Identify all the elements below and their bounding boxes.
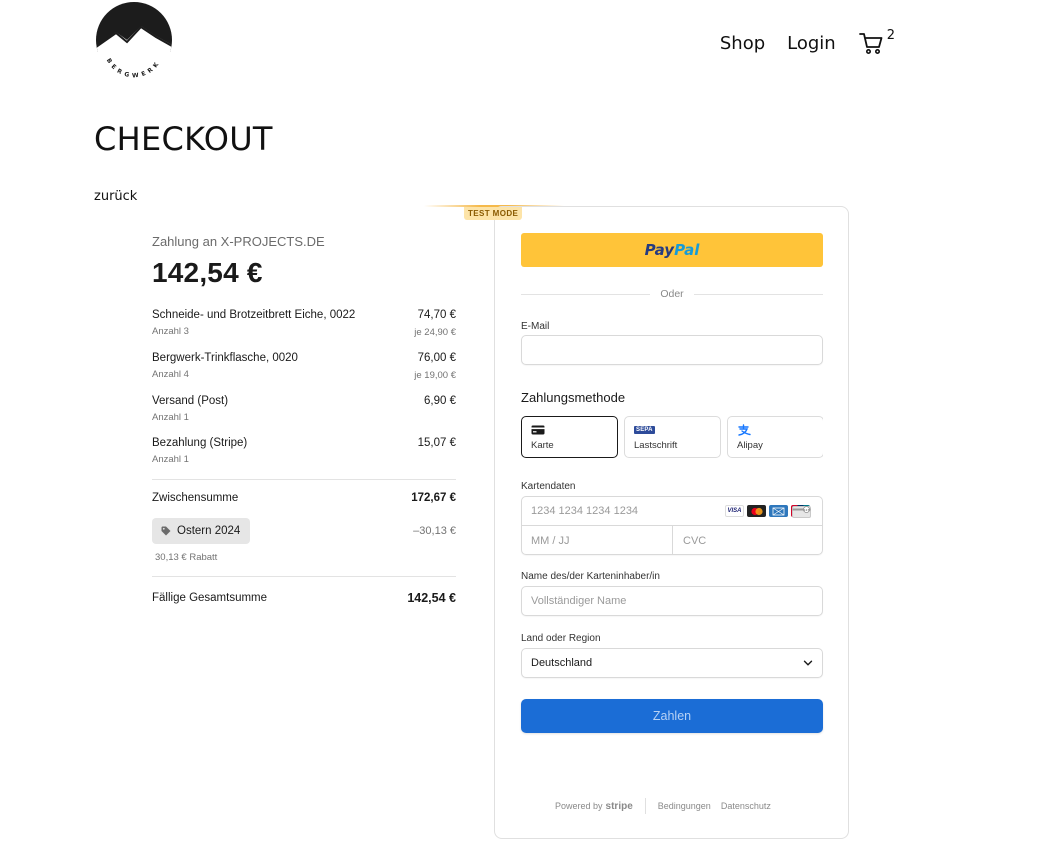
subtotal-value: 172,67 € (411, 492, 456, 504)
coupon-code: Ostern 2024 (177, 525, 241, 537)
line-item: Schneide- und Brotzeitbrett Eiche, 0022 … (152, 309, 456, 338)
pay-button[interactable]: Zahlen (521, 699, 823, 733)
bergwerk-logo[interactable]: BERGWERK (94, 2, 174, 82)
svg-text:123: 123 (804, 508, 810, 512)
country-value: Deutschland (531, 657, 593, 669)
method-card-label: Karte (531, 440, 554, 451)
or-divider: Oder (521, 288, 823, 300)
subtotal-row: Zwischensumme 172,67 € (152, 492, 456, 504)
mountain-logo-icon: BERGWERK (96, 2, 172, 80)
paypal-logo-pay: Pay (644, 241, 675, 259)
total-value: 142,54 € (407, 591, 456, 605)
alipay-icon (738, 423, 751, 436)
test-mode-badge: TEST MODE (464, 207, 523, 220)
method-card-tab[interactable]: Karte (521, 416, 618, 458)
divider (152, 479, 456, 480)
item-price: 76,00 € (417, 352, 456, 364)
email-label: E-Mail (521, 321, 550, 332)
total-row: Fällige Gesamtsumme 142,54 € (152, 591, 456, 605)
item-quantity: Anzahl 3 (152, 326, 189, 337)
terms-link[interactable]: Bedingungen (658, 801, 711, 811)
country-select[interactable]: Deutschland (521, 648, 823, 678)
paypal-logo-pal: Pal (674, 241, 700, 259)
item-price: 6,90 € (424, 395, 456, 407)
powered-by-label: Powered by (555, 801, 603, 811)
footer-divider (644, 798, 646, 814)
payment-panel: Pay Pal Oder E-Mail Zahlungsmethode Karte… (494, 206, 849, 839)
cart-button[interactable]: 2 (858, 28, 895, 56)
nav-shop-link[interactable]: Shop (720, 33, 765, 54)
total-label: Fällige Gesamtsumme (152, 592, 268, 604)
card-details-group: 1234 1234 1234 1234 VISA MM / JJ CVC 123 (521, 496, 823, 555)
order-summary: Zahlung an X-PROJECTS.DE 142,54 € Schnei… (152, 232, 456, 605)
line-item: Bezahlung (Stripe) Anzahl 1 15,07 € (152, 437, 456, 465)
visa-icon: VISA (725, 505, 744, 517)
pay-to-label: Zahlung an X-PROJECTS.DE (152, 234, 325, 249)
item-price: 15,07 € (417, 437, 456, 449)
item-quantity: Anzahl 4 (152, 369, 189, 380)
discount-note: 30,13 € Rabatt (155, 552, 218, 563)
method-alipay-tab[interactable]: Alipay (727, 416, 823, 458)
cvc-card-icon: 123 (792, 506, 811, 518)
nav-login-link[interactable]: Login (787, 33, 836, 54)
discount-row: Ostern 2024 –30,13 € (152, 518, 456, 544)
amex-icon (769, 505, 788, 517)
cardholder-name-input[interactable]: Vollständiger Name (521, 586, 823, 616)
cvc-input[interactable]: CVC (673, 526, 823, 555)
item-quantity: Anzahl 1 (152, 454, 189, 465)
country-label: Land oder Region (521, 633, 601, 644)
payment-method-heading: Zahlungsmethode (521, 390, 626, 405)
line-item: Versand (Post) Anzahl 1 6,90 € (152, 395, 456, 423)
privacy-link[interactable]: Datenschutz (721, 801, 771, 811)
item-name: Versand (Post) (152, 395, 229, 407)
payment-method-tabs: Karte SEPA Lastschrift Alipay (521, 416, 823, 459)
email-field[interactable] (521, 335, 823, 365)
cart-icon (858, 33, 883, 54)
cardholder-name-label: Name des/der Karteninhaber/in (521, 571, 660, 582)
cart-count-badge: 2 (886, 28, 895, 43)
main-nav: Shop Login 2 (720, 28, 895, 56)
back-link[interactable]: zurück (94, 189, 137, 204)
or-label: Oder (660, 288, 684, 300)
chevron-down-icon (803, 660, 813, 666)
item-name: Schneide- und Brotzeitbrett Eiche, 0022 (152, 309, 356, 321)
tag-icon (161, 526, 171, 536)
item-name: Bergwerk-Trinkflasche, 0020 (152, 352, 298, 364)
paypal-button[interactable]: Pay Pal (521, 233, 823, 267)
stripe-logo[interactable]: stripe (606, 801, 633, 812)
subtotal-label: Zwischensumme (152, 492, 239, 504)
item-name: Bezahlung (Stripe) (152, 437, 248, 449)
item-price: 74,70 € (417, 309, 456, 321)
expiry-input[interactable]: MM / JJ (522, 526, 673, 555)
total-amount: 142,54 € (152, 257, 263, 288)
sepa-icon: SEPA (634, 425, 655, 434)
stripe-footer: Powered by stripe Bedingungen Datenschut… (555, 798, 781, 814)
card-details-label: Kartendaten (521, 481, 576, 492)
item-unit-price: je 24,90 € (414, 327, 456, 338)
line-items: Schneide- und Brotzeitbrett Eiche, 0022 … (152, 309, 456, 465)
line-item: Bergwerk-Trinkflasche, 0020 Anzahl 4 76,… (152, 352, 456, 381)
card-icon (531, 425, 545, 434)
page-title: CHECKOUT (94, 120, 273, 158)
discount-amount: –30,13 € (413, 525, 456, 537)
method-alipay-label: Alipay (737, 440, 763, 451)
coupon-badge[interactable]: Ostern 2024 (152, 518, 251, 544)
method-sepa-label: Lastschrift (634, 440, 678, 451)
item-quantity: Anzahl 1 (152, 412, 189, 423)
divider (152, 576, 456, 577)
method-sepa-tab[interactable]: SEPA Lastschrift (624, 416, 721, 458)
item-unit-price: je 19,00 € (414, 370, 456, 381)
svg-text:BERGWERK: BERGWERK (105, 57, 162, 79)
mastercard-icon (747, 505, 766, 517)
